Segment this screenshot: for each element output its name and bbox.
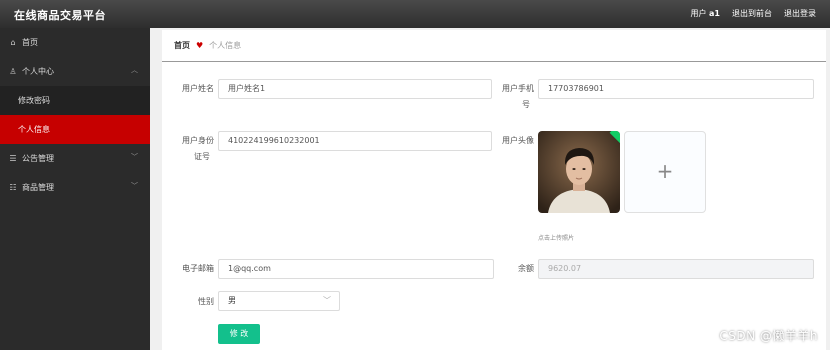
balance-input: 9620.07 (538, 259, 814, 279)
sidebar-item-product-management[interactable]: ☷ 商品管理 ﹀ (0, 173, 150, 202)
sidebar-item-notice-management[interactable]: ☰ 公告管理 ﹀ (0, 144, 150, 173)
sidebar-item-personal-info[interactable]: 个人信息 (0, 115, 150, 144)
app-title: 在线商品交易平台 (14, 9, 106, 22)
sidebar-item-change-password[interactable]: 修改密码 (0, 86, 150, 115)
phone-input[interactable]: 17703786901 (538, 79, 814, 99)
top-bar: 在线商品交易平台 用户 a1 退出到前台 退出登录 (0, 0, 830, 28)
avatar-photo (538, 131, 620, 213)
main-panel: 首页 ♥ 个人信息 用户姓名 用户姓名1 用户手机 号 17703786901 … (162, 30, 826, 350)
current-user: 用户 a1 (690, 9, 720, 18)
list-icon: ☰ (9, 154, 17, 163)
home-icon: ⌂ (10, 38, 16, 47)
heart-icon: ♥ (196, 41, 204, 50)
idcard-input[interactable]: 410224199610232001 (218, 131, 492, 151)
breadcrumb-home[interactable]: 首页 (174, 40, 190, 51)
avatar[interactable] (538, 131, 620, 213)
avatar-label: 用户头像 (502, 136, 534, 145)
chevron-down-icon: ﹀ (323, 296, 331, 305)
logout-link[interactable]: 退出登录 (784, 8, 816, 19)
submit-button[interactable]: 修 改 (218, 324, 260, 344)
name-input[interactable]: 用户姓名1 (218, 79, 492, 99)
chevron-up-icon: ︿ (131, 66, 138, 74)
user-icon: ♙ (9, 67, 17, 76)
gender-select[interactable]: 男 ﹀ (218, 291, 340, 311)
idcard-label: 用户身份 证号 (182, 136, 214, 161)
sidebar-item-home[interactable]: ⌂ 首页 (0, 28, 150, 57)
balance-label: 余额 (518, 264, 534, 273)
plus-icon: + (656, 159, 674, 183)
email-label: 电子邮箱 (182, 264, 214, 273)
gender-label: 性别 (198, 297, 214, 306)
email-input[interactable]: 1@qq.com (218, 259, 494, 279)
sidebar-item-personal-center[interactable]: ♙ 个人中心 ︿ (0, 57, 150, 86)
breadcrumb-current: 个人信息 (209, 41, 242, 50)
phone-label: 用户手机 号 (502, 84, 534, 109)
chevron-down-icon: ﹀ (131, 182, 138, 190)
back-to-front-link[interactable]: 退出到前台 (732, 8, 772, 19)
upload-hint: 点击上传照片 (538, 235, 575, 242)
chevron-down-icon: ﹀ (131, 153, 138, 161)
upload-button[interactable]: + (624, 131, 706, 213)
sliders-icon: ☷ (9, 183, 17, 192)
watermark: CSDN @懒羊羊h (719, 329, 818, 343)
top-right-menu: 用户 a1 退出到前台 退出登录 (690, 8, 816, 19)
sidebar: ⌂ 首页 ♙ 个人中心 ︿ 修改密码 个人信息 ☰ 公告管理 ﹀ ☷ 商品管理 … (0, 28, 150, 350)
breadcrumb: 首页 ♥ 个人信息 (162, 30, 826, 62)
name-label: 用户姓名 (182, 84, 214, 93)
